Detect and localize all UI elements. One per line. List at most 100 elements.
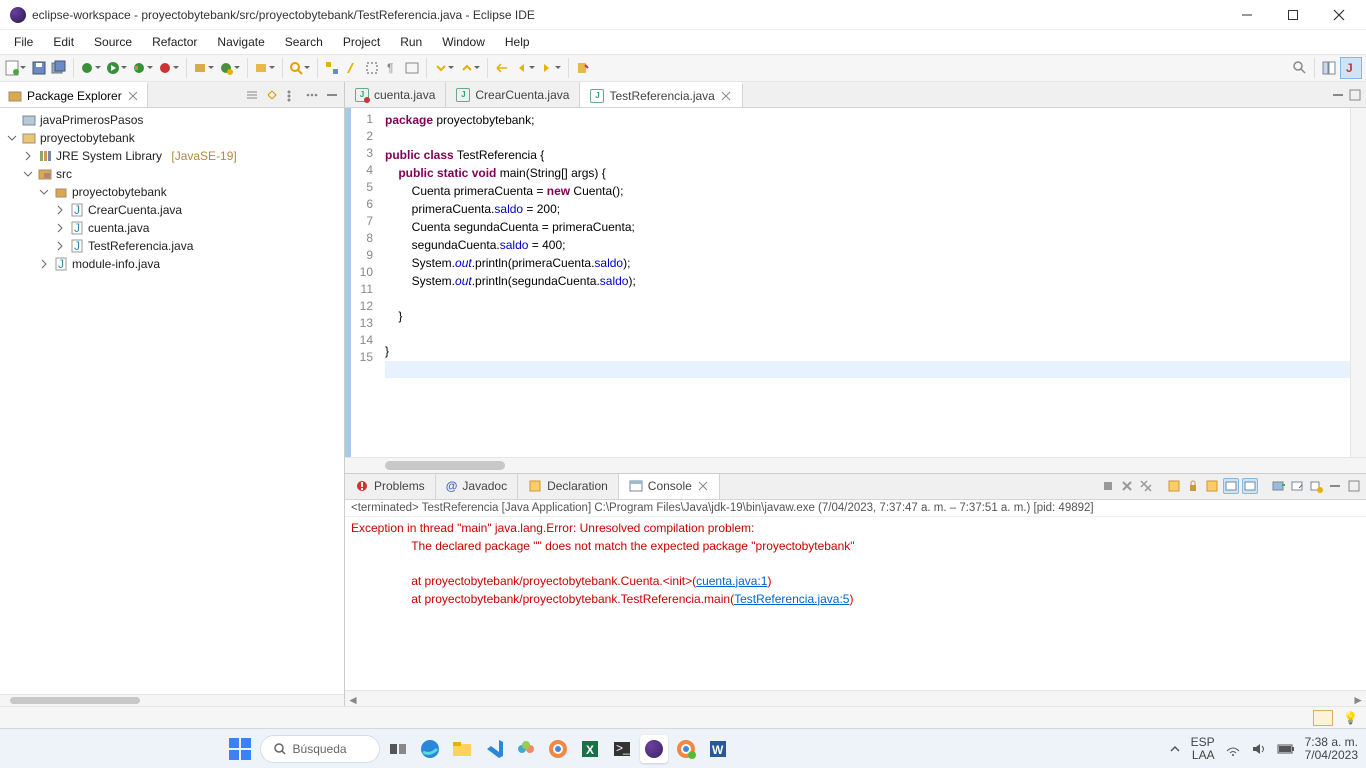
wrap-button[interactable] xyxy=(403,59,421,77)
menu-refactor[interactable]: Refactor xyxy=(142,32,207,52)
menu-project[interactable]: Project xyxy=(333,32,390,52)
editor-tab-testreferencia[interactable]: J TestReferencia.java xyxy=(580,82,742,107)
close-icon[interactable] xyxy=(720,90,732,102)
menu-file[interactable]: File xyxy=(4,32,43,52)
annot-next-button[interactable] xyxy=(458,59,482,77)
wifi-icon[interactable] xyxy=(1225,741,1241,757)
menu-window[interactable]: Window xyxy=(432,32,495,52)
terminal-icon[interactable]: >_ xyxy=(608,735,636,763)
block-select-button[interactable] xyxy=(363,59,381,77)
code-editor[interactable]: package proyectobytebank; public class T… xyxy=(379,108,1350,457)
chrome-icon[interactable] xyxy=(544,735,572,763)
link-editor-button[interactable] xyxy=(264,87,280,103)
explorer-icon[interactable] xyxy=(448,735,476,763)
show-on-stdout-button[interactable] xyxy=(1223,478,1239,494)
pin-console-button[interactable] xyxy=(1270,478,1286,494)
last-edit-button[interactable] xyxy=(493,59,511,77)
tree-open-project[interactable]: proyectobytebank xyxy=(0,129,344,147)
task-view-icon[interactable] xyxy=(384,735,412,763)
excel-icon[interactable]: X xyxy=(576,735,604,763)
menu-navigate[interactable]: Navigate xyxy=(207,32,274,52)
search-button[interactable] xyxy=(288,59,312,77)
view-menu-button[interactable] xyxy=(304,87,320,103)
chevron-right-icon[interactable] xyxy=(54,240,66,252)
mark-occurrences-button[interactable] xyxy=(343,59,361,77)
editor-tab-crearcuenta[interactable]: J CrearCuenta.java xyxy=(446,82,580,107)
chevron-down-icon[interactable] xyxy=(38,186,50,198)
chevron-down-icon[interactable] xyxy=(22,168,34,180)
coverage-button[interactable] xyxy=(131,59,155,77)
tree-src[interactable]: src xyxy=(0,165,344,183)
maximize-button[interactable] xyxy=(1270,0,1316,30)
console-output[interactable]: Exception in thread "main" java.lang.Err… xyxy=(345,517,1366,690)
open-console-button[interactable] xyxy=(1308,478,1324,494)
scroll-lock-button[interactable] xyxy=(1185,478,1201,494)
new-pkg-button[interactable] xyxy=(192,59,216,77)
chevron-down-icon[interactable] xyxy=(6,132,18,144)
tree-file-crearcuenta[interactable]: J CrearCuenta.java xyxy=(0,201,344,219)
close-icon[interactable] xyxy=(127,90,139,102)
display-console-button[interactable] xyxy=(1289,478,1305,494)
tip-icon[interactable]: 💡 xyxy=(1343,711,1358,725)
stacktrace-link-testreferencia[interactable]: TestReferencia.java:5 xyxy=(734,592,849,606)
editor-tab-cuenta[interactable]: J cuenta.java xyxy=(345,82,446,107)
vscode-icon[interactable] xyxy=(480,735,508,763)
package-explorer-tree[interactable]: javaPrimerosPasos proyectobytebank JRE S… xyxy=(0,108,344,694)
word-wrap-button[interactable] xyxy=(1204,478,1220,494)
tray-language[interactable]: ESPLAA xyxy=(1191,736,1215,762)
show-on-stderr-button[interactable] xyxy=(1242,478,1258,494)
tree-module-info[interactable]: J module-info.java xyxy=(0,255,344,273)
start-button[interactable] xyxy=(224,735,256,763)
java-perspective-button[interactable]: J xyxy=(1340,57,1362,79)
menu-edit[interactable]: Edit xyxy=(43,32,84,52)
annot-prev-button[interactable] xyxy=(432,59,456,77)
close-icon[interactable] xyxy=(697,480,709,492)
package-explorer-tab[interactable]: Package Explorer xyxy=(0,82,148,107)
menu-source[interactable]: Source xyxy=(84,32,142,52)
debug-button[interactable] xyxy=(79,59,103,77)
eclipse-taskbar-icon[interactable] xyxy=(640,735,668,763)
bottom-maximize-button[interactable] xyxy=(1346,478,1362,494)
remove-launch-button[interactable] xyxy=(1119,478,1135,494)
save-button[interactable] xyxy=(30,59,48,77)
quick-access-button[interactable] xyxy=(1291,59,1309,77)
filter-button[interactable] xyxy=(284,87,300,103)
menu-help[interactable]: Help xyxy=(495,32,540,52)
declaration-tab[interactable]: Declaration xyxy=(518,474,619,499)
stacktrace-link-cuenta[interactable]: cuenta.java:1 xyxy=(696,574,767,588)
edge-icon[interactable] xyxy=(416,735,444,763)
toggle-breadcrumb-button[interactable] xyxy=(323,59,341,77)
terminate-button[interactable] xyxy=(1100,478,1116,494)
chevron-right-icon[interactable] xyxy=(22,150,34,162)
chrome-alt-icon[interactable] xyxy=(672,735,700,763)
minimize-view-button[interactable] xyxy=(324,87,340,103)
pin-button[interactable] xyxy=(574,59,592,77)
word-icon[interactable]: W xyxy=(704,735,732,763)
new-button[interactable] xyxy=(4,59,28,77)
show-whitespace-button[interactable]: ¶ xyxy=(383,59,401,77)
editor-hscroll[interactable] xyxy=(345,457,1366,473)
tree-pkg[interactable]: proyectobytebank xyxy=(0,183,344,201)
tree-jre[interactable]: JRE System Library [JavaSE-19] xyxy=(0,147,344,165)
forward-button[interactable] xyxy=(539,59,563,77)
menu-run[interactable]: Run xyxy=(390,32,432,52)
line-gutter[interactable]: 123456789101112131415 xyxy=(351,108,379,457)
console-hscroll[interactable]: ◄► xyxy=(345,690,1366,706)
tree-file-testreferencia[interactable]: J TestReferencia.java xyxy=(0,237,344,255)
open-perspective-button[interactable] xyxy=(1320,59,1338,77)
remove-all-button[interactable] xyxy=(1138,478,1154,494)
editor-minimize-button[interactable] xyxy=(1331,88,1345,102)
chevron-right-icon[interactable] xyxy=(54,222,66,234)
tree-closed-project[interactable]: javaPrimerosPasos xyxy=(0,111,344,129)
back-button[interactable] xyxy=(513,59,537,77)
bottom-minimize-button[interactable] xyxy=(1327,478,1343,494)
clear-console-button[interactable] xyxy=(1166,478,1182,494)
console-tab[interactable]: Console xyxy=(619,474,720,499)
battery-icon[interactable] xyxy=(1277,743,1295,755)
collapse-all-button[interactable] xyxy=(244,87,260,103)
minimize-button[interactable] xyxy=(1224,0,1270,30)
chevron-right-icon[interactable] xyxy=(54,204,66,216)
run-button[interactable] xyxy=(105,59,129,77)
heap-status-icon[interactable] xyxy=(1313,710,1333,726)
tray-clock[interactable]: 7:38 a. m.7/04/2023 xyxy=(1305,736,1358,762)
